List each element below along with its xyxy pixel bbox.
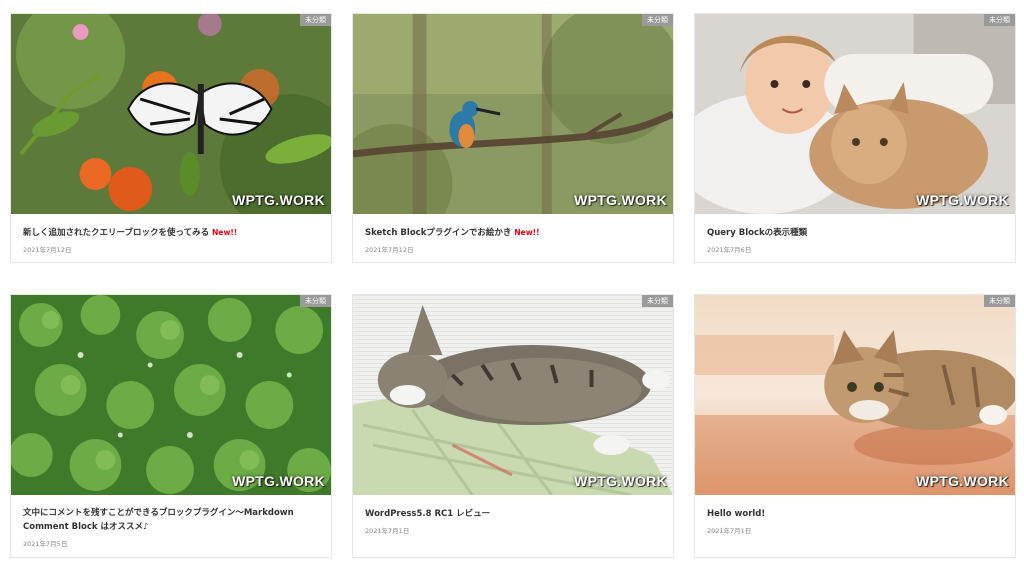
post-card[interactable]: 未分類 WPTG.WORK 文中にコメントを残すことができるブロックプラグイン〜…	[10, 294, 332, 558]
post-title[interactable]: Sketch Blockプラグインでお絵かき New!!	[365, 226, 661, 240]
watermark-label: WPTG.WORK	[916, 473, 1009, 489]
watermark-label: WPTG.WORK	[916, 192, 1009, 208]
post-title[interactable]: 新しく追加されたクエリーブロックを使ってみる New!!	[23, 226, 319, 240]
post-card[interactable]: 未分類 WPTG.WORK Query Blockの表示種類 2021年7月6日	[694, 13, 1016, 263]
post-thumbnail[interactable]: 未分類 WPTG.WORK	[695, 295, 1015, 495]
sleeping-cat-image	[353, 295, 673, 495]
post-date: 2021年7月6日	[707, 246, 752, 254]
post-card[interactable]: 未分類 WPTG.WORK 新しく追加されたクエリーブロックを使ってみる New!…	[10, 13, 332, 263]
watermark-label: WPTG.WORK	[574, 473, 667, 489]
post-title[interactable]: Query Blockの表示種類	[707, 226, 1003, 240]
new-badge: New!!	[514, 228, 540, 237]
clover-image	[11, 295, 331, 495]
category-badge[interactable]: 未分類	[300, 14, 331, 26]
post-card[interactable]: 未分類 WPTG.WORK WordPress5.8 RC1 レビュー 2021…	[352, 294, 674, 558]
post-date: 2021年7月1日	[707, 527, 752, 535]
post-thumbnail[interactable]: 未分類 WPTG.WORK	[353, 14, 673, 214]
cat-on-table-image	[695, 295, 1015, 495]
kingfisher-image	[353, 14, 673, 214]
post-date: 2021年7月12日	[365, 246, 414, 254]
new-badge: New!!	[212, 228, 238, 237]
watermark-label: WPTG.WORK	[232, 473, 325, 489]
post-date: 2021年7月12日	[23, 246, 72, 254]
post-title[interactable]: 文中にコメントを残すことができるブロックプラグイン〜Markdown Comme…	[23, 507, 319, 534]
category-badge[interactable]: 未分類	[300, 295, 331, 307]
category-badge[interactable]: 未分類	[984, 295, 1015, 307]
post-thumbnail[interactable]: 未分類 WPTG.WORK	[353, 295, 673, 495]
post-date: 2021年7月5日	[23, 540, 68, 548]
post-thumbnail[interactable]: 未分類 WPTG.WORK	[11, 14, 331, 214]
post-title[interactable]: WordPress5.8 RC1 レビュー	[365, 507, 661, 521]
watermark-label: WPTG.WORK	[232, 192, 325, 208]
post-card[interactable]: 未分類 WPTG.WORK Sketch Blockプラグインでお絵かき New!…	[352, 13, 674, 263]
girl-with-cat-image	[695, 14, 1015, 214]
post-date: 2021年7月1日	[365, 527, 410, 535]
category-badge[interactable]: 未分類	[642, 14, 673, 26]
post-title[interactable]: Hello world!	[707, 507, 1003, 521]
post-thumbnail[interactable]: 未分類 WPTG.WORK	[695, 14, 1015, 214]
category-badge[interactable]: 未分類	[984, 14, 1015, 26]
post-card[interactable]: 未分類 WPTG.WORK Hello world! 2021年7月1日	[694, 294, 1016, 558]
butterfly-image	[11, 14, 331, 214]
post-thumbnail[interactable]: 未分類 WPTG.WORK	[11, 295, 331, 495]
watermark-label: WPTG.WORK	[574, 192, 667, 208]
category-badge[interactable]: 未分類	[642, 295, 673, 307]
